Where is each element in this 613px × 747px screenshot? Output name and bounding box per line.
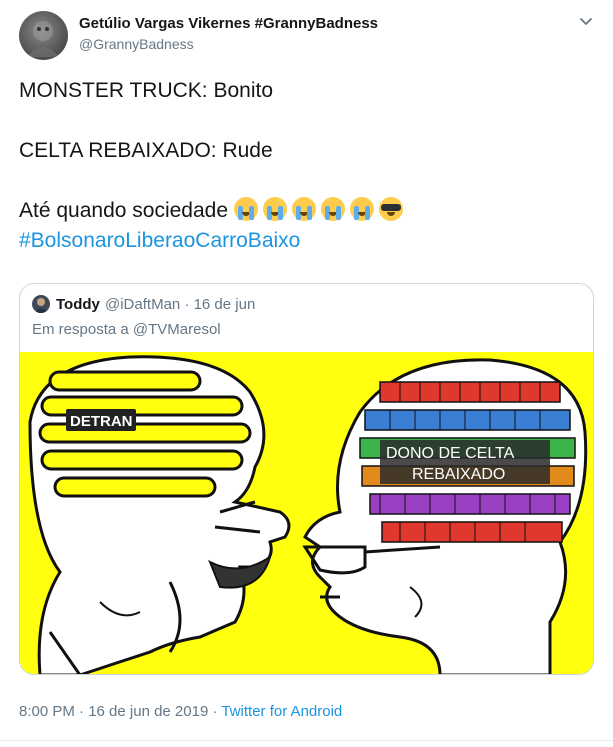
quoted-tweet[interactable]: Toddy @iDaftMan · 16 de jun Em resposta … bbox=[19, 283, 594, 675]
tweet-card: Getúlio Vargas Vikernes #GrannyBadness @… bbox=[0, 0, 613, 747]
crying-face-icon bbox=[320, 197, 345, 221]
tweet-source-link[interactable]: Twitter for Android bbox=[221, 703, 342, 720]
chevron-down-icon[interactable] bbox=[578, 13, 594, 29]
hashtag-link[interactable]: #BolsonaroLiberaoCarroBaixo bbox=[19, 226, 594, 256]
quoted-author-avatar[interactable] bbox=[32, 295, 50, 313]
crying-face-icon bbox=[262, 197, 287, 221]
quoted-author-name[interactable]: Toddy bbox=[56, 296, 100, 313]
tweet-line-2: CELTA REBAIXADO: Rude bbox=[19, 139, 273, 162]
quoted-author-handle[interactable]: @iDaftMan · 16 de jun bbox=[105, 296, 255, 313]
crying-face-icon bbox=[349, 197, 374, 221]
author-handle[interactable]: @GrannyBadness bbox=[79, 36, 194, 52]
crying-face-icon bbox=[291, 197, 316, 221]
meme-right-label-line1: DONO DE CELTA bbox=[386, 445, 515, 462]
meme-left-label: DETRAN bbox=[70, 413, 133, 430]
tweet-line-3: Até quando sociedade bbox=[19, 196, 594, 226]
crying-face-icon bbox=[233, 197, 258, 221]
divider bbox=[0, 740, 613, 741]
tweet-meta: 8:00 PM · 16 de jun de 2019 · Twitter fo… bbox=[19, 703, 342, 720]
quoted-reply-to: Em resposta a @TVMaresol bbox=[32, 321, 221, 338]
quoted-meme-image[interactable]: DETRAN DONO DE CELTA REBAIXADO bbox=[20, 352, 593, 674]
tweet-timestamp[interactable]: 8:00 PM · 16 de jun de 2019 · bbox=[19, 703, 221, 720]
tweet-line-1: MONSTER TRUCK: Bonito bbox=[19, 79, 273, 102]
sunglasses-face-icon bbox=[378, 197, 403, 221]
tweet-text: MONSTER TRUCK: Bonito CELTA REBAIXADO: R… bbox=[19, 76, 594, 256]
author-name[interactable]: Getúlio Vargas Vikernes #GrannyBadness bbox=[79, 15, 378, 32]
tweet-line-3-text: Até quando sociedade bbox=[19, 199, 229, 222]
meme-right-label-line2: REBAIXADO bbox=[412, 466, 505, 483]
author-avatar[interactable] bbox=[19, 11, 68, 60]
